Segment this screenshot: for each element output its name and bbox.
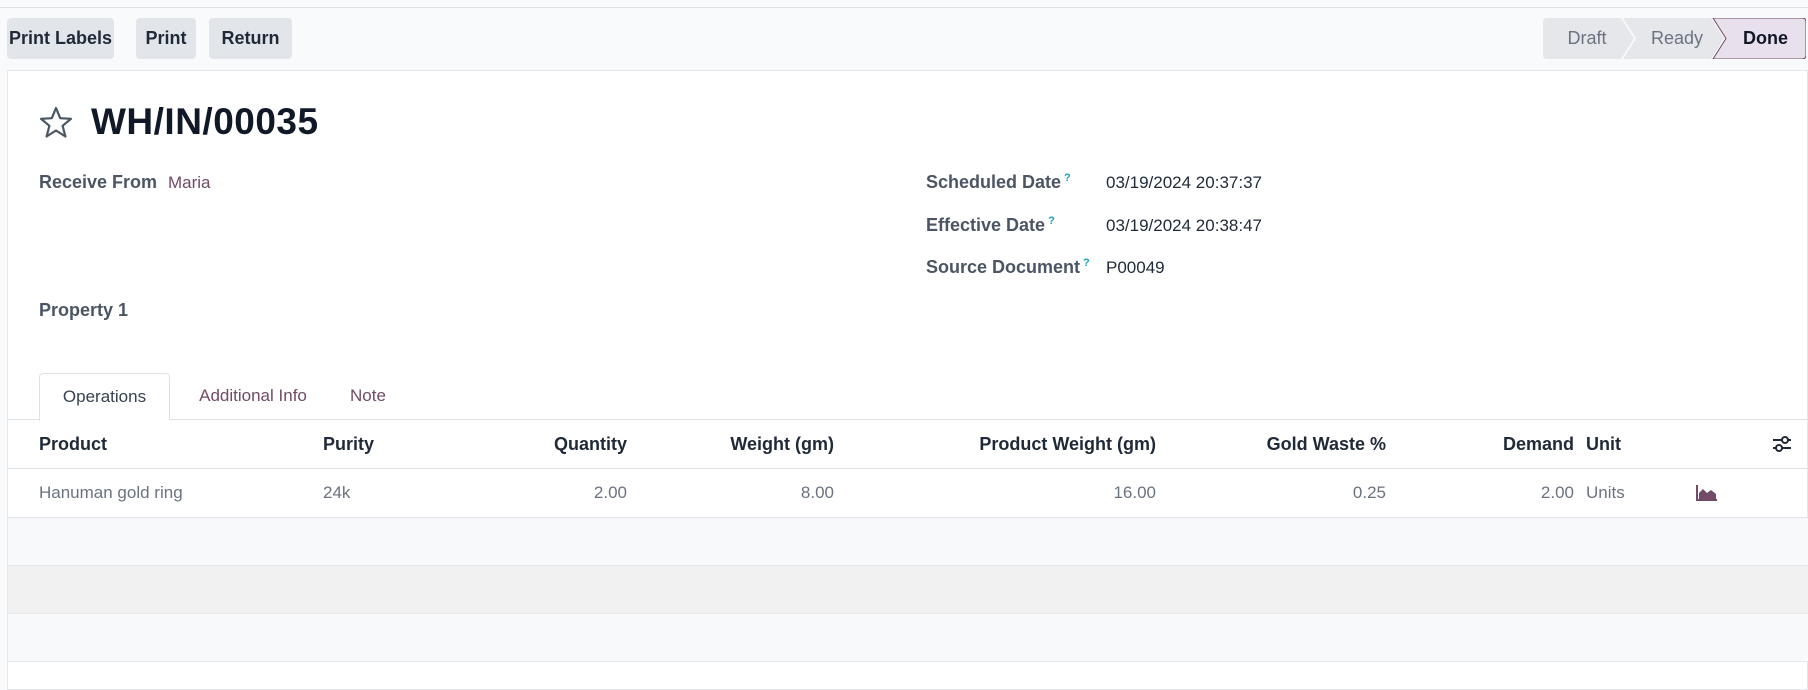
star-icon[interactable] [38, 105, 74, 141]
cell-gold-waste[interactable]: 0.25 [1208, 469, 1386, 517]
receive-from-value[interactable]: Maria [168, 173, 211, 193]
status-bar: Draft Ready Done [1543, 18, 1806, 59]
area-chart-icon[interactable] [1696, 484, 1718, 501]
effective-date-value[interactable]: 03/19/2024 20:38:47 [1106, 216, 1262, 236]
help-icon[interactable]: ? [1083, 257, 1090, 269]
table-header: Product Purity Quantity Weight (gm) Prod… [8, 420, 1808, 469]
tab-operations[interactable]: Operations [39, 373, 170, 421]
cell-demand[interactable]: 2.00 [1438, 469, 1574, 517]
print-labels-button[interactable]: Print Labels [7, 18, 114, 59]
col-purity[interactable]: Purity [323, 420, 374, 468]
status-done[interactable]: Done [1725, 18, 1806, 59]
cell-weight[interactable]: 8.00 [668, 469, 834, 517]
source-document-value[interactable]: P00049 [1106, 258, 1165, 278]
notebook-tabs: Operations Additional Info Note [8, 371, 1808, 421]
cell-product[interactable]: Hanuman gold ring [39, 469, 183, 517]
col-demand[interactable]: Demand [1438, 420, 1574, 468]
table-row[interactable]: Hanuman gold ring 24k 2.00 8.00 16.00 0.… [8, 469, 1808, 519]
top-divider [0, 7, 1808, 8]
receive-from-label: Receive From [39, 172, 158, 192]
empty-row [8, 614, 1808, 662]
scheduled-date-value[interactable]: 03/19/2024 20:37:37 [1106, 173, 1262, 193]
empty-row [8, 518, 1808, 566]
tab-note[interactable]: Note [340, 373, 396, 419]
settings-sliders-icon[interactable] [1772, 436, 1792, 452]
cell-quantity[interactable]: 2.00 [478, 469, 627, 517]
source-document-label: Source Document? [926, 257, 1090, 277]
help-icon[interactable]: ? [1064, 172, 1071, 184]
empty-row [8, 566, 1808, 614]
help-icon[interactable]: ? [1048, 215, 1055, 227]
status-draft[interactable]: Draft [1547, 18, 1627, 59]
return-button[interactable]: Return [209, 18, 292, 59]
cell-purity[interactable]: 24k [323, 469, 350, 517]
col-quantity[interactable]: Quantity [478, 420, 627, 468]
form-sheet: WH/IN/00035 Receive From Maria Property … [7, 70, 1808, 690]
property-label: Property 1 [39, 300, 129, 320]
tab-additional-info[interactable]: Additional Info [183, 373, 323, 419]
col-weight[interactable]: Weight (gm) [668, 420, 834, 468]
print-button[interactable]: Print [136, 18, 196, 59]
cell-product-weight[interactable]: 16.00 [908, 469, 1156, 517]
col-product-weight[interactable]: Product Weight (gm) [908, 420, 1156, 468]
effective-date-label: Effective Date? [926, 215, 1055, 235]
col-product[interactable]: Product [39, 420, 107, 468]
col-gold-waste[interactable]: Gold Waste % [1208, 420, 1386, 468]
cell-unit[interactable]: Units [1586, 469, 1625, 517]
col-unit[interactable]: Unit [1586, 420, 1621, 468]
status-ready[interactable]: Ready [1635, 18, 1719, 59]
record-title: WH/IN/00035 [91, 101, 319, 142]
scheduled-date-label: Scheduled Date? [926, 172, 1071, 192]
